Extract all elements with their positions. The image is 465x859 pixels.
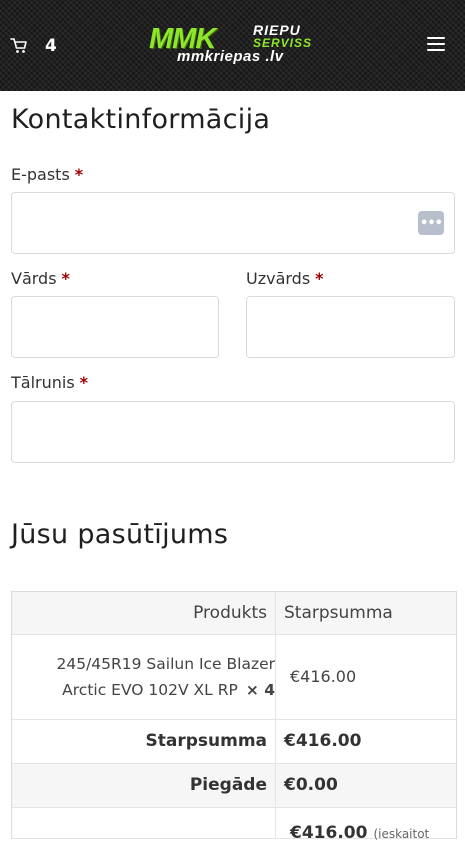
subtotal-row: Starpsumma €416.00 — [12, 720, 456, 764]
product-cell: 245/45R19 Sailun Ice Blazer Arctic EVO 1… — [12, 635, 276, 719]
product-name: 245/45R19 Sailun Ice Blazer Arctic EVO 1… — [56, 655, 275, 699]
product-quantity: × 4 — [245, 681, 275, 699]
cart-button[interactable]: 4 — [10, 36, 57, 56]
total-row: €416.00 (ieskaitot — [12, 808, 456, 843]
shipping-row: Piegāde €0.00 — [12, 764, 456, 808]
cart-count: 4 — [45, 36, 57, 56]
product-price: €416.00 — [290, 667, 357, 686]
required-mark: * — [74, 165, 84, 184]
order-summary-table: Produkts Starpsumma 245/45R19 Sailun Ice… — [11, 591, 457, 843]
subtotal-label: Starpsumma — [12, 720, 276, 763]
total-cell: €416.00 (ieskaitot — [276, 808, 456, 843]
email-label: E-pasts * — [11, 165, 83, 185]
shipping-label: Piegāde — [12, 764, 276, 807]
total-value: €416.00 — [290, 823, 368, 843]
last-name-label-text: Uzvārds — [246, 269, 311, 288]
subtotal-value: €416.00 — [284, 731, 362, 751]
email-label-text: E-pasts — [11, 165, 70, 184]
required-mark: * — [315, 269, 324, 288]
table-row: 245/45R19 Sailun Ice Blazer Arctic EVO 1… — [12, 635, 456, 720]
last-name-field[interactable] — [246, 296, 455, 358]
first-name-label: Vārds * — [11, 269, 70, 289]
last-name-label: Uzvārds * — [246, 269, 324, 289]
table-header-row: Produkts Starpsumma — [12, 592, 456, 635]
shipping-value: €0.00 — [284, 775, 338, 795]
column-header-product: Produkts — [12, 592, 276, 634]
email-field[interactable]: ••• — [11, 192, 455, 254]
required-mark: * — [61, 269, 70, 288]
total-label — [12, 808, 276, 838]
cart-icon — [10, 38, 27, 53]
column-header-subtotal: Starpsumma — [284, 603, 393, 623]
password-manager-icon[interactable]: ••• — [418, 211, 444, 235]
total-tax-note: (ieskaitot — [373, 827, 430, 841]
order-section-title: Jūsu pasūtījums — [11, 519, 229, 550]
contact-section-title: Kontaktinformācija — [11, 104, 271, 135]
site-header: 4 MMK RIEPU SERVISS mmkriepas .lv — [0, 0, 465, 91]
hamburger-menu-icon[interactable] — [427, 37, 445, 51]
logo-url: mmkriepas .lv — [177, 48, 284, 65]
first-name-label-text: Vārds — [11, 269, 57, 288]
phone-label: Tālrunis * — [11, 373, 88, 393]
first-name-field[interactable] — [11, 296, 219, 358]
phone-label-text: Tālrunis — [11, 373, 75, 392]
site-logo[interactable]: MMK RIEPU SERVISS mmkriepas .lv — [149, 22, 345, 68]
required-mark: * — [79, 373, 89, 392]
phone-field[interactable] — [11, 401, 455, 463]
